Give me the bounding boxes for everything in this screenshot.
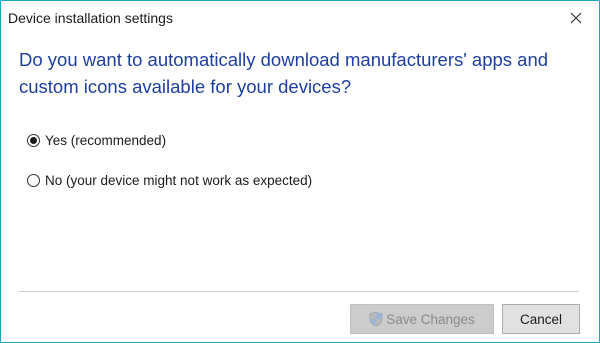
window-title: Device installation settings <box>8 10 173 26</box>
option-yes-label: Yes (recommended) <box>45 133 167 148</box>
uac-shield-icon <box>369 311 383 327</box>
divider <box>19 291 579 292</box>
cancel-button[interactable]: Cancel <box>502 304 580 334</box>
dialog-window: Device installation settings Do you want… <box>0 0 600 343</box>
radio-no[interactable] <box>27 174 40 187</box>
save-changes-label: Save Changes <box>386 311 475 327</box>
option-no[interactable]: No (your device might not work as expect… <box>27 173 312 188</box>
option-no-label: No (your device might not work as expect… <box>45 173 313 188</box>
close-button[interactable] <box>553 1 599 35</box>
radio-selected-dot <box>30 137 37 144</box>
title-bar: Device installation settings <box>1 1 599 35</box>
radio-yes[interactable] <box>27 134 40 147</box>
dialog-question: Do you want to automatically download ma… <box>19 49 549 97</box>
close-icon <box>570 12 582 24</box>
cancel-label: Cancel <box>519 311 563 327</box>
option-yes[interactable]: Yes (recommended) <box>27 133 166 148</box>
save-changes-button[interactable]: Save Changes <box>350 304 494 334</box>
